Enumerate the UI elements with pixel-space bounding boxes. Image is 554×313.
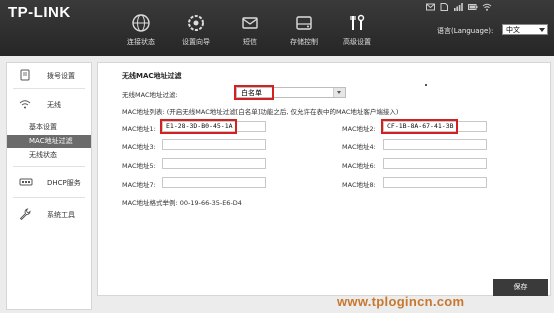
- globe-icon: [131, 13, 151, 33]
- mac-4-label: MAC地址4:: [342, 143, 376, 151]
- nav-setup-wizard[interactable]: 设置向导: [174, 13, 218, 47]
- subitem-label: 无线状态: [29, 151, 57, 159]
- wrench-icon: [19, 208, 31, 221]
- sidebar-item-dialup[interactable]: 拨号设置: [7, 64, 91, 86]
- sidebar-subitem-basic-settings[interactable]: 基本设置: [7, 121, 91, 134]
- mac-8-input[interactable]: [383, 177, 487, 188]
- mac-2-label: MAC地址2:: [342, 125, 376, 133]
- storage-icon: [294, 13, 314, 33]
- section-title: 无线MAC地址过滤: [122, 72, 182, 80]
- mac-format-example: MAC地址格式举例: 00-19-66-35-E6-D4: [122, 199, 242, 207]
- nav-connection-status[interactable]: 连接状态: [119, 13, 163, 47]
- mac-5-input[interactable]: [162, 158, 266, 169]
- nav-storage-control[interactable]: 存储控制: [282, 13, 326, 47]
- nav-label: 存储控制: [290, 38, 318, 46]
- save-button[interactable]: 保存: [493, 279, 548, 296]
- subitem-label: 基本设置: [29, 123, 57, 131]
- divider: [13, 197, 85, 198]
- nav-label: 高级设置: [343, 38, 371, 46]
- mac-list-label: MAC地址列表: (开启无线MAC地址过滤[白名单]功能之后, 仅允许在表中的M…: [122, 108, 399, 116]
- sidebar-item-dhcp[interactable]: DHCP服务: [7, 171, 91, 193]
- nav-advanced-settings[interactable]: 高级设置: [335, 13, 379, 47]
- wizard-icon: [186, 13, 206, 33]
- filter-label: 无线MAC地址过滤:: [122, 91, 178, 99]
- nav-sms[interactable]: 短信: [228, 13, 272, 47]
- mac-7-input[interactable]: [162, 177, 266, 188]
- sidebar-item-label: 拨号设置: [47, 72, 75, 80]
- subitem-label: MAC地址过滤: [29, 137, 73, 145]
- tools-icon: [347, 13, 367, 33]
- sidebar-item-wireless[interactable]: 无线: [7, 93, 91, 115]
- divider: [13, 88, 85, 89]
- top-header: TP-LINK 连接状态 设置向导 短信 存储控制 高级设置 语言(Langua…: [0, 0, 554, 56]
- highlight-box: [234, 85, 274, 100]
- language-label: 语言(Language):: [437, 27, 494, 35]
- language-select[interactable]: 中文: [502, 24, 548, 35]
- mac-8-label: MAC地址8:: [342, 181, 376, 189]
- sim-icon: [440, 3, 448, 11]
- mac-1-label: MAC地址1:: [122, 125, 156, 133]
- chevron-down-icon: [539, 28, 545, 32]
- brand-logo: TP-LINK: [8, 4, 71, 21]
- signal-icon: [454, 3, 463, 11]
- sidebar: 拨号设置 无线 基本设置 MAC地址过滤 无线状态 DHCP服务 系统工具: [6, 62, 92, 310]
- mac-5-label: MAC地址5:: [122, 162, 156, 170]
- mac-6-input[interactable]: [383, 158, 487, 169]
- highlight-box: [160, 119, 237, 134]
- sidebar-item-system-tools[interactable]: 系统工具: [7, 203, 91, 225]
- mac-7-label: MAC地址7:: [122, 181, 156, 189]
- status-icons: [426, 3, 492, 11]
- mac-4-input[interactable]: [383, 139, 487, 150]
- dialup-icon: [19, 69, 31, 81]
- sidebar-subitem-mac-filter[interactable]: MAC地址过滤: [7, 135, 91, 148]
- sidebar-item-label: 系统工具: [47, 211, 75, 219]
- decorative-dot: [425, 84, 427, 86]
- language-value: 中文: [506, 26, 520, 34]
- mac-6-label: MAC地址6:: [342, 162, 376, 170]
- divider: [13, 166, 85, 167]
- mac-3-input[interactable]: [162, 139, 266, 150]
- sidebar-item-label: 无线: [47, 101, 61, 109]
- wifi-icon: [482, 3, 492, 11]
- chevron-down-icon: [333, 88, 345, 97]
- mail-icon: [240, 13, 260, 33]
- dhcp-icon: [19, 176, 33, 188]
- sidebar-item-label: DHCP服务: [47, 179, 81, 187]
- sidebar-subitem-wireless-status[interactable]: 无线状态: [7, 149, 91, 162]
- mac-3-label: MAC地址3:: [122, 143, 156, 151]
- highlight-box: [381, 119, 458, 134]
- wifi-icon: [19, 98, 31, 110]
- main-panel: 无线MAC地址过滤 无线MAC地址过滤: 白名单 MAC地址列表: (开启无线M…: [97, 62, 551, 296]
- nav-label: 连接状态: [127, 38, 155, 46]
- watermark: www.tplogincn.com: [337, 294, 465, 309]
- envelope-icon[interactable]: [426, 3, 435, 11]
- nav-label: 短信: [243, 38, 257, 46]
- battery-icon: [468, 3, 478, 11]
- nav-label: 设置向导: [182, 38, 210, 46]
